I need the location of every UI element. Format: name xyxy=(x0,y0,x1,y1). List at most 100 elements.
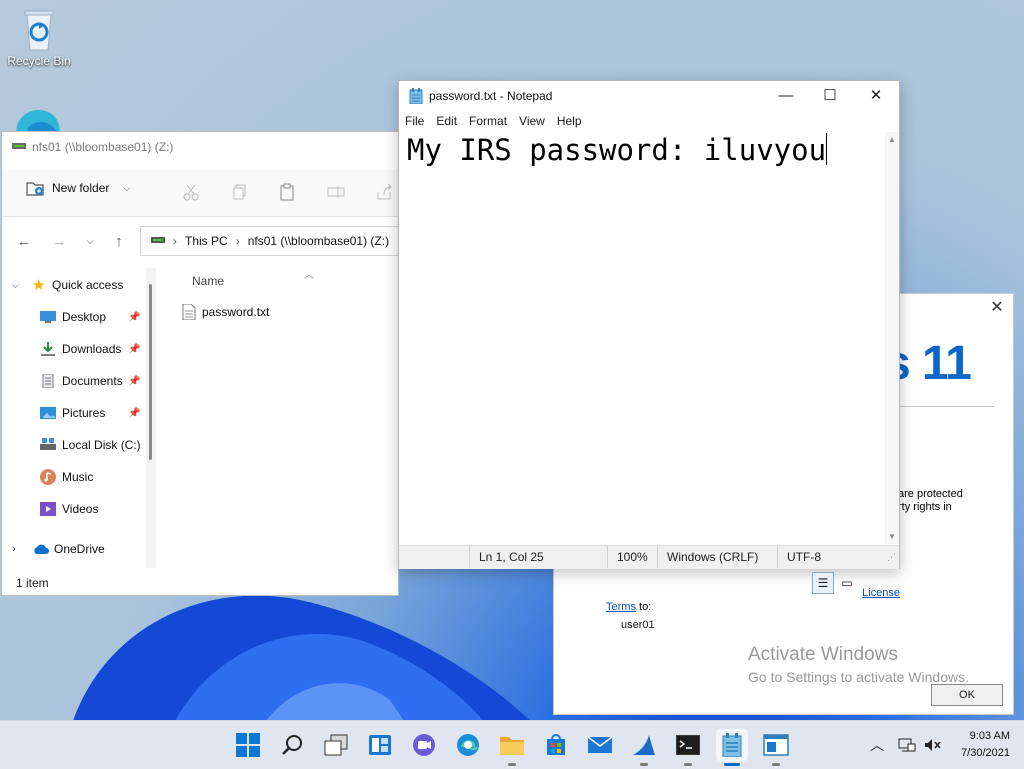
sidebar-item-local-disk[interactable]: Local Disk (C:) xyxy=(40,432,141,458)
expand-chevron-icon: ⌵ xyxy=(12,279,19,290)
about-close-button[interactable]: ✕ xyxy=(987,298,1007,318)
widgets-icon xyxy=(369,735,391,755)
notepad-taskbar-button[interactable] xyxy=(716,729,748,761)
widgets-button[interactable] xyxy=(364,729,396,761)
menu-view[interactable]: View xyxy=(513,111,551,131)
text-caret xyxy=(826,133,828,165)
breadcrumb-separator-icon: › xyxy=(235,234,240,248)
file-explorer-taskbar-button[interactable] xyxy=(496,729,528,761)
resize-grip-icon[interactable]: ⋰ xyxy=(887,546,896,568)
licensed-user: user01 xyxy=(621,619,655,631)
menu-format[interactable]: Format xyxy=(463,111,513,131)
mail-button[interactable] xyxy=(584,729,616,761)
sidebar-item-music[interactable]: Music xyxy=(40,464,93,490)
terms-link[interactable]: Terms xyxy=(606,601,636,613)
copy-icon[interactable] xyxy=(231,183,249,201)
breadcrumb-this-pc[interactable]: This PC xyxy=(185,234,228,248)
new-folder-chevron-icon: ⌵ xyxy=(123,182,131,193)
search-button[interactable] xyxy=(276,729,308,761)
status-zoom: 100% xyxy=(617,550,648,564)
license-link[interactable]: License xyxy=(862,587,900,599)
chevron-down-icon: ⌵ xyxy=(86,236,94,247)
window-app-icon xyxy=(763,734,789,756)
close-button[interactable]: ✕ xyxy=(853,81,899,111)
sidebar-item-quick-access[interactable]: ⌵ ★ Quick access xyxy=(12,272,123,298)
active-window-indicator xyxy=(724,763,740,766)
pictures-icon xyxy=(40,407,56,419)
edge-desktop-icon[interactable] xyxy=(12,104,64,134)
start-button[interactable] xyxy=(232,729,264,761)
sidebar-item-onedrive[interactable]: › OneDrive xyxy=(12,536,105,562)
minimize-button[interactable]: — xyxy=(763,81,809,111)
pin-icon: 📌 xyxy=(128,407,141,419)
cut-icon[interactable] xyxy=(182,183,200,201)
store-icon xyxy=(547,734,565,755)
teams-chat-button[interactable] xyxy=(408,729,440,761)
terminal-button[interactable] xyxy=(672,729,704,761)
maximize-button[interactable]: ☐ xyxy=(807,81,853,111)
explorer-command-bar: New folder ⌵ xyxy=(2,170,398,217)
network-drive-icon xyxy=(12,143,26,149)
address-bar[interactable]: › This PC › nfs01 (\\bloombase01) (Z:) xyxy=(140,226,398,256)
sidebar-item-pictures[interactable]: Pictures 📌 xyxy=(40,400,140,426)
file-item[interactable]: password.txt xyxy=(182,304,269,320)
volume-muted-icon[interactable] xyxy=(924,738,942,752)
desktop-icon xyxy=(40,311,56,323)
back-arrow-icon: ← xyxy=(16,233,32,250)
windows-logo-icon xyxy=(236,733,260,757)
new-folder-button[interactable]: New folder ⌵ xyxy=(26,180,130,196)
menu-help[interactable]: Help xyxy=(551,111,588,131)
navigation-pane: ⌵ ★ Quick access Desktop 📌 Downloads 📌 D… xyxy=(2,272,152,562)
scroll-up-icon: ▲ xyxy=(888,135,896,144)
breadcrumb-separator-icon: › xyxy=(173,234,177,248)
sidebar-item-downloads[interactable]: Downloads 📌 xyxy=(40,336,140,362)
terminal-icon xyxy=(676,735,700,755)
view-toggle: ☰ ▭ xyxy=(812,572,858,594)
menu-edit[interactable]: Edit xyxy=(430,111,463,131)
details-view-icon: ☰ xyxy=(817,576,829,590)
clock-time: 9:03 AM xyxy=(969,730,1010,742)
pin-icon: 📌 xyxy=(128,311,141,323)
notepad-title: password.txt - Notepad xyxy=(429,89,553,103)
system-info-button[interactable] xyxy=(760,729,792,761)
show-hidden-icons-chevron-icon[interactable]: ︿ xyxy=(870,735,884,755)
folder-icon xyxy=(500,737,524,755)
clock[interactable]: 9:03 AM 7/30/2021 xyxy=(961,728,1010,762)
recent-locations-button[interactable]: ⌵ xyxy=(80,232,100,252)
text-file-icon xyxy=(182,304,196,320)
store-button[interactable] xyxy=(540,729,572,761)
text-editor[interactable]: My IRS password: iluvyou xyxy=(399,132,885,544)
column-header-name[interactable]: Name xyxy=(192,274,224,288)
details-view-button[interactable]: ☰ xyxy=(812,572,834,594)
network-icon[interactable] xyxy=(898,738,916,752)
status-separator xyxy=(607,546,608,568)
up-button[interactable]: ↑ xyxy=(109,232,129,252)
sidebar-item-desktop[interactable]: Desktop 📌 xyxy=(40,304,140,330)
share-icon[interactable] xyxy=(375,183,393,201)
file-name: password.txt xyxy=(202,305,270,319)
pin-icon: 📌 xyxy=(128,343,141,355)
edge-icon xyxy=(457,734,479,756)
forward-arrow-icon: → xyxy=(51,233,67,250)
forward-button[interactable]: → xyxy=(49,232,69,252)
edge-icon xyxy=(16,110,60,134)
ok-button[interactable]: OK xyxy=(931,684,1003,706)
rename-icon[interactable] xyxy=(327,183,345,201)
scroll-down-icon: ▼ xyxy=(888,532,896,541)
large-icons-view-button[interactable]: ▭ xyxy=(836,572,858,594)
wireshark-button[interactable] xyxy=(628,729,660,761)
close-icon: ✕ xyxy=(869,87,883,104)
edge-taskbar-button[interactable] xyxy=(452,729,484,761)
menu-file[interactable]: File xyxy=(399,111,430,131)
clock-date: 7/30/2021 xyxy=(961,747,1010,759)
sidebar-item-videos[interactable]: Videos xyxy=(40,496,98,522)
breadcrumb-drive[interactable]: nfs01 (\\bloombase01) (Z:) xyxy=(248,234,389,248)
notepad-status-bar: Ln 1, Col 25 100% Windows (CRLF) UTF-8 ⋰ xyxy=(399,545,899,569)
back-button[interactable]: ← xyxy=(14,232,34,252)
paste-icon[interactable] xyxy=(278,183,296,201)
running-indicator xyxy=(684,763,692,766)
recycle-bin-desktop-icon[interactable]: Recycle Bin xyxy=(4,6,74,68)
editor-vertical-scrollbar[interactable]: ▲ ▼ xyxy=(885,132,899,544)
sidebar-item-documents[interactable]: Documents 📌 xyxy=(40,368,140,394)
task-view-button[interactable] xyxy=(320,729,352,761)
